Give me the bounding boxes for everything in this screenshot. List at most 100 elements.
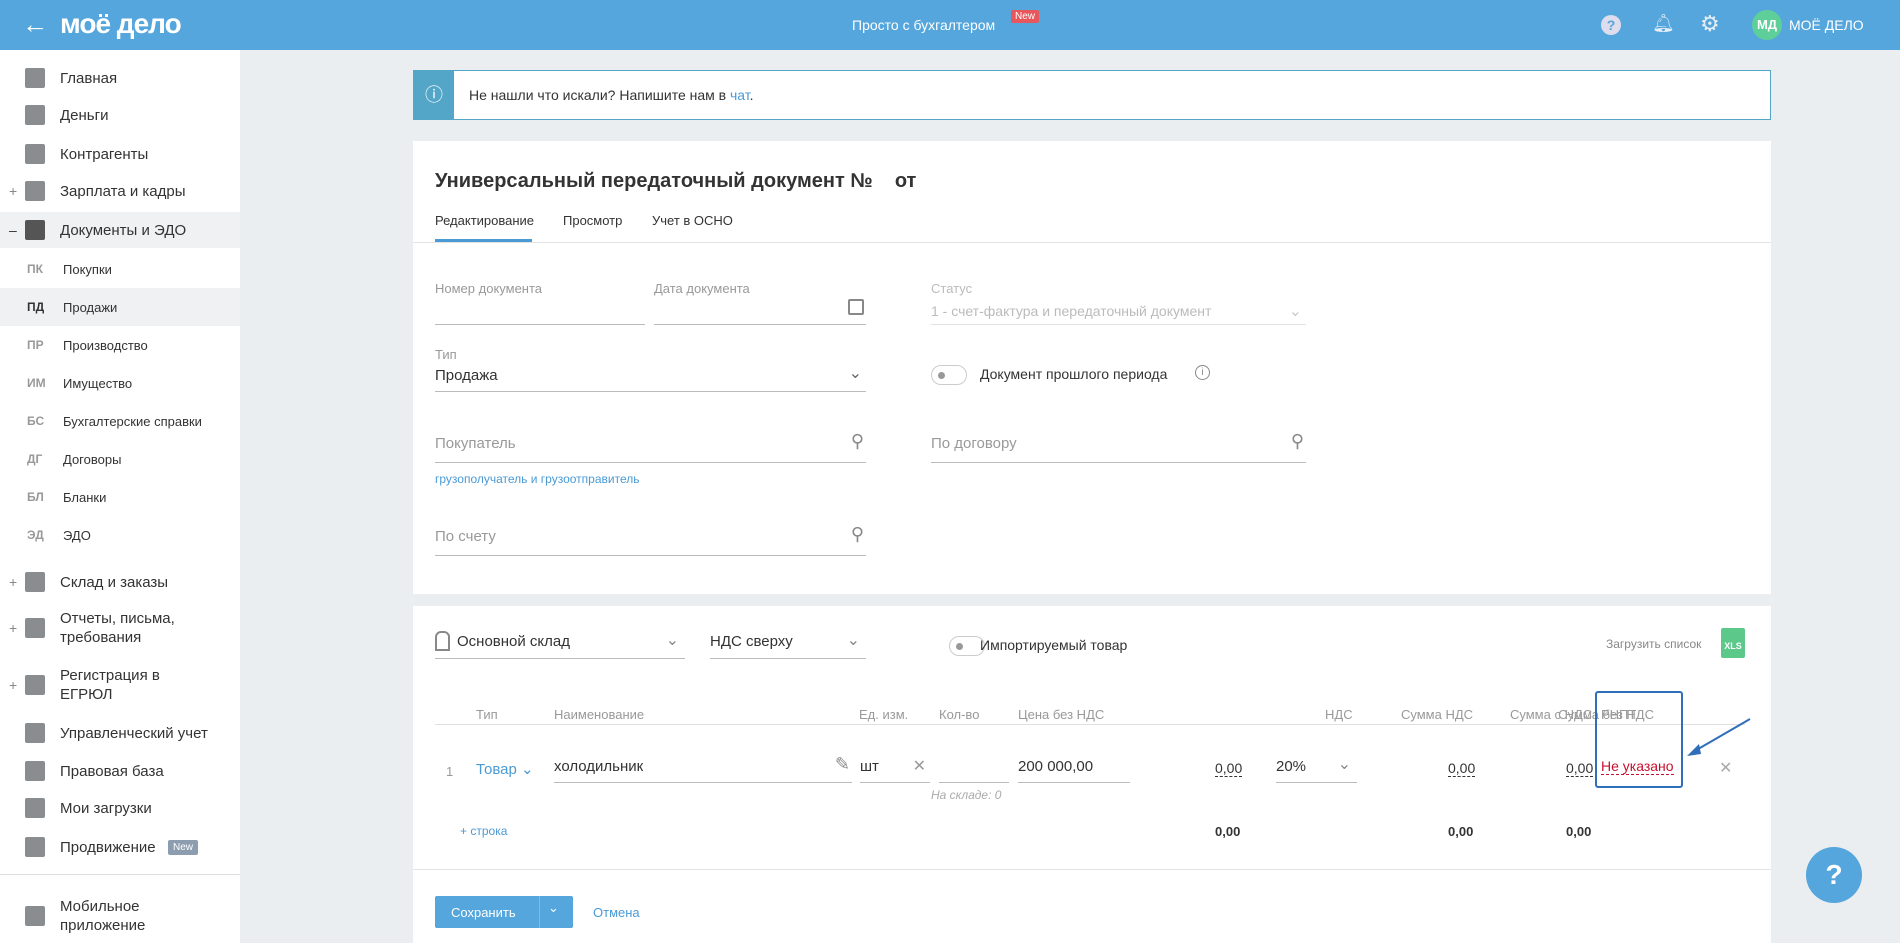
sidebar-item-salary[interactable]: + Зарплата и кадры: [0, 181, 240, 201]
sidebar-item-management[interactable]: Управленческий учет: [0, 723, 240, 743]
sidebar-item-home[interactable]: Главная: [0, 68, 240, 88]
annotation-arrow-icon: [1687, 718, 1751, 756]
sidebar-item-warehouse[interactable]: + Склад и заказы: [0, 572, 240, 592]
chevron-down-icon: ⌄: [846, 632, 860, 649]
search-icon[interactable]: ⚲: [851, 431, 864, 452]
column-header: Цена без НДС: [1018, 707, 1105, 722]
contract-field[interactable]: По договору ⚲: [931, 431, 1306, 463]
add-row-label: строка: [470, 824, 508, 838]
phone-icon: [25, 906, 45, 926]
info-banner: ⓘ Не нашли что искали? Напишите нам в ча…: [413, 70, 1771, 120]
consignee-link[interactable]: грузополучатель и грузоотправитель: [435, 472, 639, 486]
document-date-field[interactable]: Дата документа: [654, 281, 866, 326]
sidebar-item-legal[interactable]: Правовая база: [0, 761, 240, 781]
sidebar-item-reports[interactable]: + Отчеты, письма, требования: [0, 608, 240, 648]
folder-icon: [25, 220, 45, 240]
type-select[interactable]: Тип Продажа ⌄: [435, 347, 866, 392]
status-select: Статус 1 - счет-фактура и передаточный до…: [931, 281, 1306, 326]
sidebar-sub-production[interactable]: ПР Производство: [0, 326, 240, 364]
money-icon: [25, 105, 45, 125]
clear-icon[interactable]: ✕: [913, 756, 926, 776]
registration-icon: [25, 675, 45, 695]
past-period-label: Документ прошлого периода: [980, 366, 1168, 382]
sum-with-vat[interactable]: 0,00: [1566, 760, 1594, 777]
unit-value: шт: [860, 758, 879, 775]
search-icon[interactable]: ⚲: [851, 524, 864, 545]
sidebar-sub-purchases[interactable]: ПК Покупки: [0, 250, 240, 288]
gear-icon[interactable]: ⚙: [1700, 11, 1720, 37]
sidebar-sub-property[interactable]: ИМ Имущество: [0, 364, 240, 402]
sidebar-item-promotion[interactable]: Продвижение New: [0, 837, 240, 857]
save-button[interactable]: Сохранить ⌄: [435, 896, 573, 928]
sidebar: Главная Деньги Контрагенты + Зарплата и к…: [0, 50, 240, 943]
simple-accountant-link[interactable]: Просто с бухгалтером: [852, 17, 995, 33]
field-label: Статус: [931, 281, 973, 296]
item-name-input[interactable]: холодильник ✎: [554, 752, 852, 783]
total-vat-sum: 0,00: [1448, 824, 1474, 839]
xls-icon[interactable]: XLS: [1721, 628, 1745, 658]
back-arrow-icon[interactable]: ←: [22, 9, 48, 40]
contractors-icon: [25, 144, 45, 164]
search-icon[interactable]: ⚲: [1291, 431, 1304, 452]
tab-view[interactable]: Просмотр: [563, 213, 622, 228]
sidebar-sub-sales[interactable]: ПД Продажи: [0, 288, 240, 326]
buyer-field[interactable]: Покупатель ⚲: [435, 431, 866, 463]
add-row-button[interactable]: + строка: [460, 824, 507, 838]
sidebar-sub-contracts[interactable]: ДГ Договоры: [0, 440, 240, 478]
sidebar-sub-edo[interactable]: ЭД ЭДО: [0, 516, 240, 554]
chevron-down-icon[interactable]: ⌄: [548, 900, 559, 916]
sidebar-item-money[interactable]: Деньги: [0, 105, 240, 125]
table-row: 1 Товар ⌄ холодильник ✎ шт ✕ На складе: 0 …: [413, 746, 1771, 806]
company-name[interactable]: МОЁ ДЕЛО: [1789, 17, 1864, 33]
document-number-field[interactable]: Номер документа: [435, 281, 645, 326]
column-header: Ед. изм.: [859, 707, 909, 722]
sidebar-item-uploads[interactable]: Мои загрузки: [0, 798, 240, 818]
briefcase-icon: [25, 761, 45, 781]
vat-mode-value: НДС сверху: [710, 633, 793, 650]
help-icon[interactable]: ?: [1601, 15, 1621, 35]
sidebar-sub-forms[interactable]: БЛ Бланки: [0, 478, 240, 516]
warehouse-icon: [435, 631, 450, 651]
avatar[interactable]: МД: [1752, 10, 1782, 40]
stock-note: На складе: 0: [931, 788, 1002, 802]
total-sum-with-vat: 0,00: [1566, 824, 1592, 839]
chevron-down-icon: ⌄: [1337, 756, 1351, 773]
tab-editing[interactable]: Редактирование: [435, 213, 534, 228]
sidebar-item-contractors[interactable]: Контрагенты: [0, 144, 240, 164]
sidebar-item-registration[interactable]: + Регистрация в ЕГРЮЛ: [0, 665, 240, 705]
vat-rate-select[interactable]: 20% ⌄: [1276, 752, 1357, 783]
quantity-input[interactable]: [939, 752, 1009, 783]
goods-card: Основной склад ⌄ НДС сверху ⌄ Импортируемы…: [413, 606, 1771, 943]
price-input[interactable]: 200 000,00: [1018, 752, 1130, 783]
sidebar-item-mobile-app[interactable]: Мобильное приложение: [0, 896, 240, 936]
info-icon[interactable]: i: [1195, 365, 1210, 380]
tab-osno[interactable]: Учет в ОСНО: [652, 213, 733, 228]
upload-list-link[interactable]: Загрузить список: [1606, 637, 1701, 651]
pencil-icon[interactable]: ✎: [835, 754, 850, 775]
logo[interactable]: моё дело: [60, 8, 182, 40]
sidebar-item-documents[interactable]: – Документы и ЭДО: [0, 212, 240, 248]
bell-icon[interactable]: 🔔︎: [1652, 13, 1675, 34]
cancel-link[interactable]: Отмена: [593, 905, 640, 920]
item-type-select[interactable]: Товар ⌄: [476, 760, 534, 778]
save-label: Сохранить: [451, 905, 516, 920]
chat-link[interactable]: чат: [730, 87, 750, 103]
invoice-field[interactable]: По счету ⚲: [435, 524, 866, 556]
unit-input[interactable]: шт ✕: [860, 752, 930, 783]
help-chat-button[interactable]: ?: [1806, 847, 1862, 903]
vat-mode-select[interactable]: НДС сверху ⌄: [710, 628, 866, 659]
document-card: Универсальный передаточный документ № от…: [413, 141, 1771, 594]
sidebar-sub-statements[interactable]: БС Бухгалтерские справки: [0, 402, 240, 440]
field-label: Тип: [435, 347, 457, 362]
sum-without-vat[interactable]: 0,00: [1215, 760, 1243, 777]
status-value: 1 - счет-фактура и передаточный документ: [931, 303, 1212, 319]
placeholder: По счету: [435, 528, 496, 545]
imported-goods-label: Импортируемый товар: [980, 637, 1128, 653]
calendar-icon[interactable]: [848, 299, 864, 315]
divider: [435, 724, 1745, 725]
divider: [0, 874, 240, 875]
vat-sum[interactable]: 0,00: [1448, 760, 1476, 777]
warehouse-select[interactable]: Основной склад ⌄: [435, 628, 685, 659]
remove-row-icon[interactable]: ✕: [1719, 758, 1732, 778]
past-period-toggle[interactable]: [931, 365, 967, 385]
